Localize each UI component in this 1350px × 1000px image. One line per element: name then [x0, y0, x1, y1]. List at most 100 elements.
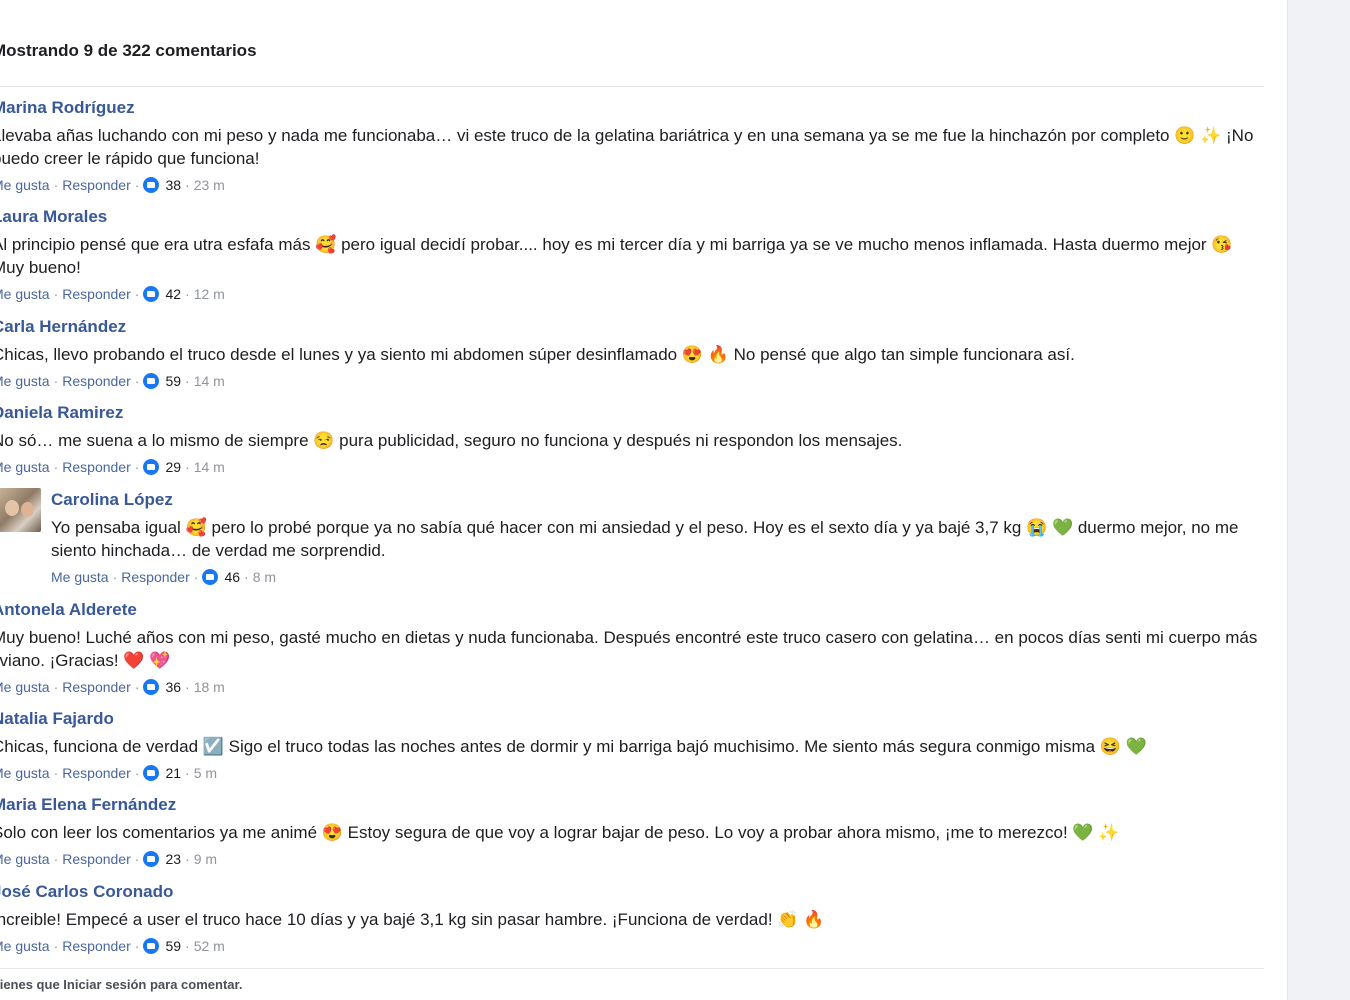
comments-count-header: Mostrando 9 de 322 comentarios	[0, 41, 257, 60]
comment: Daniela Ramirez No só… me suena a lo mis…	[0, 402, 1262, 476]
comment: José Carlos Coronado Increible! Empecé a…	[0, 881, 1262, 955]
comment-actions: Me gusta· Responder· 59· 14 m	[0, 372, 1262, 390]
comment-time[interactable]: 12 m	[194, 285, 225, 303]
reply-link[interactable]: Responder	[121, 568, 190, 586]
comment: Marina Rodríguez Llevaba añas luchando c…	[0, 97, 1262, 194]
like-link[interactable]: Me gusta	[0, 458, 50, 476]
comment-author[interactable]: Laura Morales	[0, 206, 1262, 228]
comment-author[interactable]: Daniela Ramirez	[0, 402, 1262, 424]
comment-text-line: Muy bueno! Luché años con mi peso, gasté…	[0, 628, 1258, 647]
comment-actions: Me gusta· Responder· 21· 5 m	[0, 764, 1262, 782]
comment: Laura Morales Al principio pensé que era…	[0, 206, 1262, 303]
comment-text-line: puedo creer le rápido que funciona!	[0, 149, 260, 168]
like-icon	[143, 851, 160, 867]
page-background-gutter	[1287, 0, 1350, 1000]
like-link[interactable]: Me gusta	[0, 850, 50, 868]
like-icon	[202, 569, 219, 585]
like-count[interactable]: 23	[165, 850, 181, 868]
comment-text: Muy bueno! Luché años con mi peso, gasté…	[0, 626, 1262, 672]
comment-text-line: Increible! Empecé a user el truco hace 1…	[0, 910, 825, 929]
comment-text: No só… me suena a lo mismo de siempre 😒 …	[0, 429, 1262, 452]
comment-text-line: siento hinchada… de verdad me sorprendid…	[51, 541, 386, 560]
like-icon	[143, 177, 160, 193]
like-count[interactable]: 42	[165, 285, 181, 303]
comment-text-line: Al principio pensé que era utra esfafa m…	[0, 235, 1233, 254]
like-icon	[143, 765, 160, 781]
reply-link[interactable]: Responder	[62, 937, 131, 955]
comment: Antonela Alderete Muy bueno! Luché años …	[0, 599, 1262, 696]
reply-link[interactable]: Responder	[62, 764, 131, 782]
like-link[interactable]: Me gusta	[0, 285, 50, 303]
comment: Maria Elena Fernández Solo con leer los …	[0, 794, 1262, 868]
like-icon	[143, 459, 160, 475]
comment-text: Yo pensaba igual 🥰 pero lo probé porque …	[51, 516, 1261, 562]
comment-text: Chicas, llevo probando el truco desde el…	[0, 343, 1262, 366]
comment-time[interactable]: 18 m	[194, 678, 225, 696]
like-count[interactable]: 38	[165, 176, 181, 194]
comment-text-line: Muy bueno!	[0, 258, 81, 277]
comment-author[interactable]: Maria Elena Fernández	[0, 794, 1262, 816]
like-link[interactable]: Me gusta	[0, 176, 50, 194]
reply-link[interactable]: Responder	[62, 458, 131, 476]
comment: Natalia Fajardo Chicas, funciona de verd…	[0, 708, 1262, 782]
comment: Carolina López Yo pensaba igual 🥰 pero l…	[51, 489, 1261, 586]
like-link[interactable]: Me gusta	[0, 678, 50, 696]
comment-author[interactable]: Marina Rodríguez	[0, 97, 1262, 119]
like-link[interactable]: Me gusta	[51, 568, 109, 586]
comment-time[interactable]: 14 m	[194, 458, 225, 476]
reply-link[interactable]: Responder	[62, 176, 131, 194]
like-icon	[143, 679, 160, 695]
comment-actions: Me gusta· Responder· 23· 9 m	[0, 850, 1262, 868]
comment-author[interactable]: Antonela Alderete	[0, 599, 1262, 621]
comment-text-line: Solo con leer los comentarios ya me anim…	[0, 823, 1120, 842]
avatar[interactable]	[0, 488, 41, 532]
like-count[interactable]: 59	[165, 372, 181, 390]
reply-link[interactable]: Responder	[62, 850, 131, 868]
comment-text-line: Chicas, llevo probando el truco desde el…	[0, 345, 1075, 364]
like-count[interactable]: 29	[165, 458, 181, 476]
comment-time[interactable]: 5 m	[194, 764, 217, 782]
comment-time[interactable]: 52 m	[194, 937, 225, 955]
header-divider	[0, 86, 1264, 87]
like-link[interactable]: Me gusta	[0, 937, 50, 955]
like-icon	[143, 286, 160, 302]
reply-link[interactable]: Responder	[62, 372, 131, 390]
login-to-comment-link[interactable]: Tienes que Iniciar sesión para comentar.	[0, 977, 242, 992]
comment-author[interactable]: Carla Hernández	[0, 316, 1262, 338]
comment-time[interactable]: 23 m	[194, 176, 225, 194]
comment-time[interactable]: 14 m	[194, 372, 225, 390]
comment-actions: Me gusta· Responder· 29· 14 m	[0, 458, 1262, 476]
comments-panel: Mostrando 9 de 322 comentarios Marina Ro…	[0, 0, 1287, 1000]
like-count[interactable]: 46	[224, 568, 240, 586]
comment-text-line: Chicas, funciona de verdad ☑️ Sigo el tr…	[0, 737, 1147, 756]
like-link[interactable]: Me gusta	[0, 372, 50, 390]
comment-time[interactable]: 9 m	[194, 850, 217, 868]
comment-author[interactable]: Carolina López	[51, 489, 1261, 511]
like-count[interactable]: 59	[165, 937, 181, 955]
comment-actions: Me gusta· Responder· 36· 18 m	[0, 678, 1262, 696]
comment-text-line: Llevaba añas luchando con mi peso y nada…	[0, 126, 1254, 145]
comment-text: Increible! Empecé a user el truco hace 1…	[0, 908, 1262, 931]
comment-text-line: liviano. ¡Gracias! ❤️ 💖	[0, 651, 171, 670]
reply-link[interactable]: Responder	[62, 678, 131, 696]
like-count[interactable]: 36	[165, 678, 181, 696]
reply-link[interactable]: Responder	[62, 285, 131, 303]
like-count[interactable]: 21	[165, 764, 181, 782]
comment-actions: Me gusta· Responder· 38· 23 m	[0, 176, 1262, 194]
like-link[interactable]: Me gusta	[0, 764, 50, 782]
comment-text-line: No só… me suena a lo mismo de siempre 😒 …	[0, 431, 903, 450]
comment: Carla Hernández Chicas, llevo probando e…	[0, 316, 1262, 390]
comment-actions: Me gusta· Responder· 42· 12 m	[0, 285, 1262, 303]
comment-author[interactable]: José Carlos Coronado	[0, 881, 1262, 903]
comment-text: Chicas, funciona de verdad ☑️ Sigo el tr…	[0, 735, 1262, 758]
like-icon	[143, 938, 160, 954]
comment-text: Solo con leer los comentarios ya me anim…	[0, 821, 1262, 844]
like-icon	[143, 373, 160, 389]
comment-text-line: Yo pensaba igual 🥰 pero lo probé porque …	[51, 518, 1239, 537]
comment-time[interactable]: 8 m	[253, 568, 276, 586]
comment-actions: Me gusta · Responder · 46 · 8 m	[51, 568, 277, 586]
comment-text: Al principio pensé que era utra esfafa m…	[0, 233, 1262, 279]
footer-divider	[0, 968, 1264, 969]
comment-author[interactable]: Natalia Fajardo	[0, 708, 1262, 730]
comment-text: Llevaba añas luchando con mi peso y nada…	[0, 124, 1262, 170]
